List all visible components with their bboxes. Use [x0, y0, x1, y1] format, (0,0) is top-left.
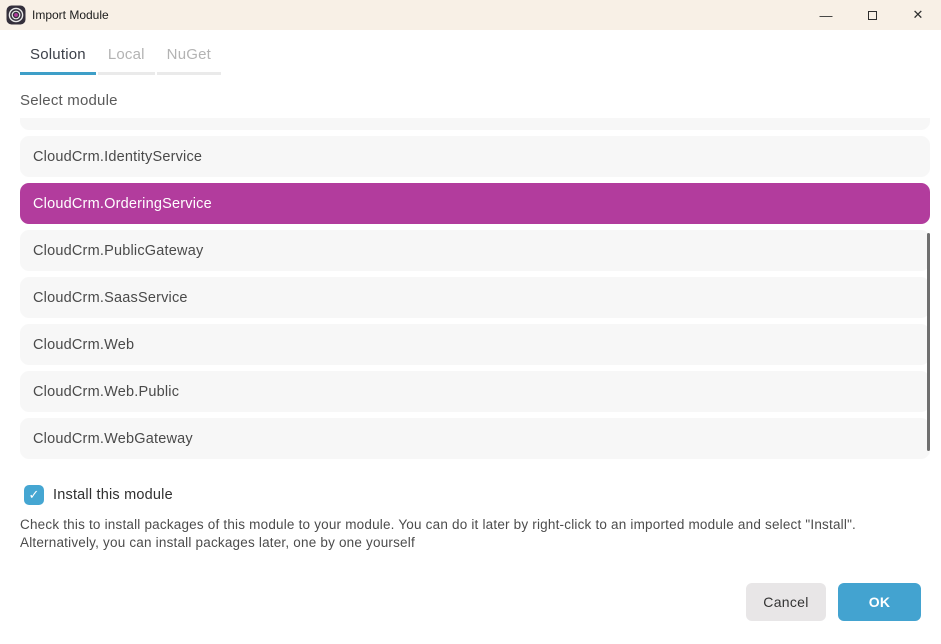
footer-actions: Cancel OK [746, 583, 921, 621]
module-row[interactable]: CloudCrm.WebGateway [20, 418, 930, 459]
select-module-label: Select module [20, 92, 941, 109]
window-controls: — ✕ [803, 0, 941, 30]
app-icon [6, 5, 26, 25]
maximize-icon [868, 11, 877, 20]
checkmark-icon: ✓ [29, 487, 40, 503]
install-label: Install this module [53, 487, 173, 503]
tab-local[interactable]: Local [98, 46, 155, 75]
maximize-button[interactable] [849, 0, 895, 30]
module-row[interactable]: CloudCrm.PublicGateway [20, 230, 930, 271]
module-list: CloudCrm.IdentityService CloudCrm.Orderi… [20, 118, 930, 459]
module-row[interactable]: CloudCrm.Web [20, 324, 930, 365]
title-bar: Import Module — ✕ [0, 0, 941, 30]
install-description: Check this to install packages of this m… [20, 516, 920, 552]
tab-solution[interactable]: Solution [20, 46, 96, 75]
minimize-icon: — [820, 8, 833, 23]
module-row[interactable]: CloudCrm.SaasService [20, 277, 930, 318]
install-checkbox[interactable]: ✓ [24, 485, 44, 505]
module-row-partial[interactable] [20, 118, 930, 130]
close-button[interactable]: ✕ [895, 0, 941, 30]
tab-nuget[interactable]: NuGet [157, 46, 221, 75]
tab-bar: Solution Local NuGet [20, 46, 941, 75]
cancel-button[interactable]: Cancel [746, 583, 826, 621]
ok-button[interactable]: OK [838, 583, 921, 621]
module-row-selected[interactable]: CloudCrm.OrderingService [20, 183, 930, 224]
list-scrollbar[interactable] [927, 233, 930, 451]
install-option: ✓ Install this module [24, 485, 941, 505]
window-title: Import Module [32, 8, 803, 22]
module-row[interactable]: CloudCrm.Web.Public [20, 371, 930, 412]
minimize-button[interactable]: — [803, 0, 849, 30]
module-row[interactable]: CloudCrm.IdentityService [20, 136, 930, 177]
close-icon: ✕ [913, 7, 924, 23]
